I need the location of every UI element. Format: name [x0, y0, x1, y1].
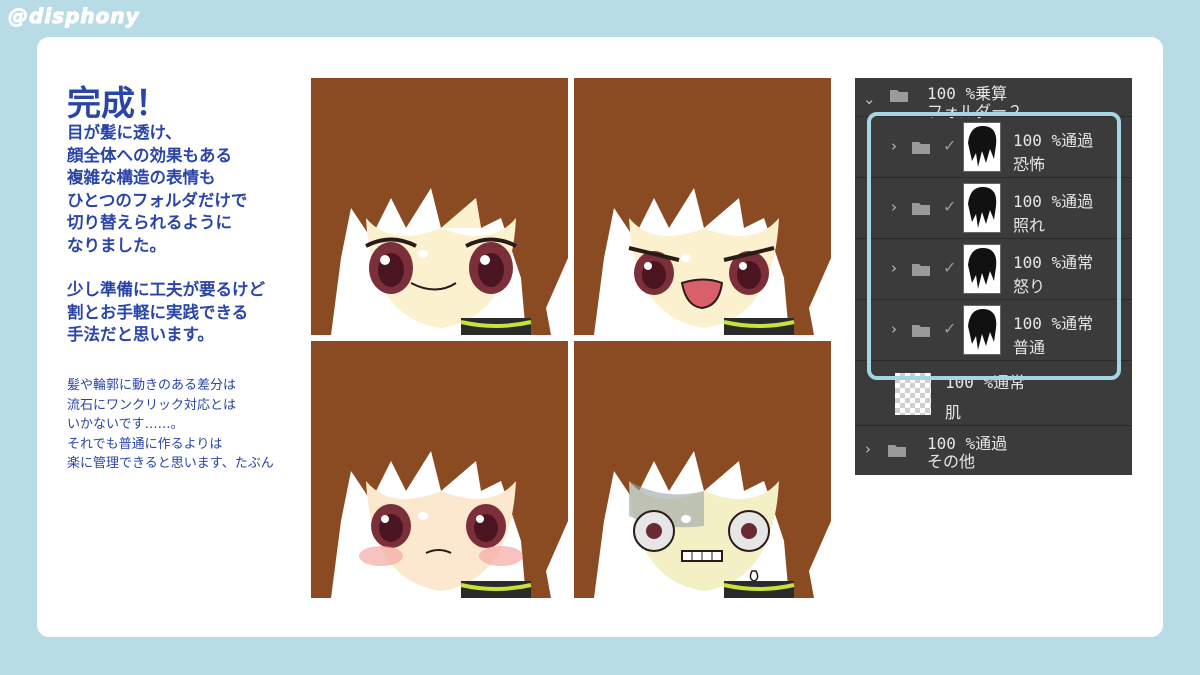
folder-icon: [890, 90, 908, 102]
main-line: 割とお手軽に実践できる: [67, 302, 249, 322]
face-angry-illustration: [574, 78, 831, 335]
note-line: 楽に管理できると思います、たぶん: [67, 456, 274, 471]
chevron-down-icon[interactable]: ⌄: [863, 90, 876, 108]
layer-folder-top[interactable]: ⌄ 100 %乗算 フォルダー２: [855, 78, 1132, 121]
note-line: それでも普通に作るよりは: [67, 436, 223, 452]
expression-folders-highlight: [867, 112, 1121, 380]
note-line: 髪や輪郭に動きのある差分は: [67, 378, 237, 393]
note-text: 髪や輪郭に動きのある差分は 流石にワンクリック対応とは いかないです……。 それ…: [67, 376, 307, 474]
main-line: なりました。: [67, 235, 166, 255]
main-line: 少し準備に工夫が要るけど: [67, 280, 265, 299]
main-line: 切り替えられるように: [67, 213, 232, 232]
folder-icon: [888, 445, 906, 457]
face-smile-illustration: [311, 78, 568, 335]
main-line: 複雑な構造の表情も: [67, 168, 216, 187]
main-line: ひとつのフォルダだけで: [67, 190, 248, 210]
main-line: 顔全体への効果もある: [67, 145, 232, 165]
layer-folder-other[interactable]: › 100 %通過 その他: [855, 426, 1132, 475]
note-line: いかないです……。: [67, 417, 184, 432]
main-line: 手法だと思います。: [67, 325, 214, 344]
chevron-right-icon[interactable]: ›: [865, 440, 871, 458]
layer-name: 肌: [945, 403, 962, 422]
main-line: 目が髪に透け、: [67, 123, 182, 142]
author-handle: @disphony: [8, 4, 140, 29]
layer-name: その他: [927, 452, 976, 471]
page-title: 完成！: [67, 84, 169, 124]
face-embarrassed-illustration: [311, 341, 568, 598]
face-fear-illustration: [574, 341, 831, 598]
main-description: 目が髪に透け、 顔全体への効果もある 複雑な構造の表情も ひとつのフォルダだけで…: [67, 122, 307, 347]
note-line: 流石にワンクリック対応とは: [67, 397, 237, 413]
